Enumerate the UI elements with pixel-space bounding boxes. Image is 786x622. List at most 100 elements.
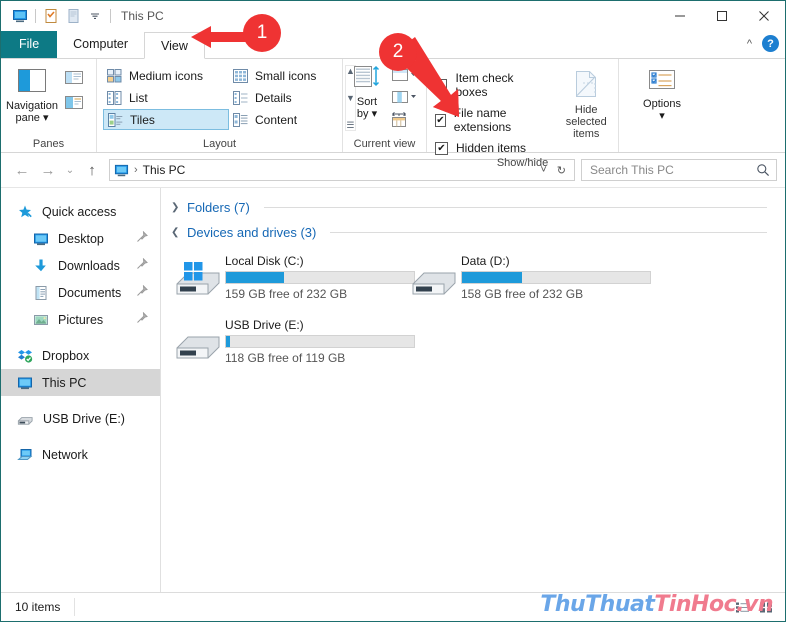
navigation-pane-label-1: Navigation — [6, 100, 58, 112]
layout-content[interactable]: Content — [229, 109, 341, 130]
navigation-pane-icon — [18, 69, 46, 92]
large-icons-view-button[interactable] — [755, 597, 777, 617]
minimize-button[interactable] — [659, 1, 701, 31]
file-name-extensions-label: File name extensions — [453, 106, 512, 134]
hide-selected-items-icon — [576, 71, 597, 97]
drive-name-e: USB Drive (E:) — [225, 318, 304, 332]
dropdown-caret-icon-options[interactable]: ▾ — [659, 110, 665, 122]
file-list-pane[interactable]: ❯ Folders (7) ❮ Devices and drives (3) L… — [161, 188, 785, 621]
sidebar-label-usb-drive: USB Drive (E:) — [43, 411, 125, 426]
drive-free-c: 159 GB free of 232 GB — [225, 287, 348, 301]
drive-icon-c — [171, 250, 225, 300]
chevron-up-icon[interactable]: ^ — [747, 38, 752, 50]
options-icon — [649, 70, 675, 89]
layout-details[interactable]: Details — [229, 87, 341, 108]
ribbon-group-label-options — [619, 136, 705, 152]
breadcrumb[interactable]: › This PC — [114, 163, 185, 178]
properties-icon[interactable] — [40, 5, 62, 27]
add-columns-button[interactable] — [390, 67, 416, 86]
back-button[interactable]: ← — [9, 157, 35, 183]
chevron-down-icon-devices[interactable]: ❮ — [171, 227, 181, 238]
layout-medium-icons[interactable]: Medium icons — [103, 65, 229, 86]
tab-file[interactable]: File — [1, 31, 58, 58]
sidebar-item-downloads[interactable]: Downloads — [1, 252, 160, 279]
this-pc-breadcrumb-icon — [114, 164, 129, 176]
breadcrumb-separator[interactable]: › — [134, 164, 138, 176]
details-icon — [233, 90, 248, 105]
maximize-button[interactable] — [701, 1, 743, 31]
preview-pane-button[interactable] — [63, 69, 85, 89]
file-explorer-window: This PC File Computer View ^ ? Navigatio… — [0, 0, 786, 622]
recent-locations-button[interactable]: ⌄ — [61, 157, 79, 183]
quick-access-toolbar — [9, 5, 115, 27]
layout-small-icons-label: Small icons — [255, 68, 317, 83]
desktop-icon — [34, 233, 48, 245]
item-check-boxes-label: Item check boxes — [455, 71, 514, 99]
this-pc-icon[interactable] — [9, 5, 31, 27]
details-view-icon — [735, 602, 749, 612]
options-button[interactable]: Options ▾ — [631, 65, 693, 122]
pin-icon-pictures[interactable] — [136, 311, 148, 327]
sidebar-item-documents[interactable]: Documents — [1, 279, 160, 306]
item-check-boxes-row[interactable]: Item check boxes — [435, 71, 544, 99]
file-name-extensions-row[interactable]: ✔ File name extensions — [435, 106, 544, 134]
ribbon-group-options: Options ▾ — [619, 59, 705, 152]
sidebar-label-downloads: Downloads — [58, 258, 120, 273]
close-button[interactable] — [743, 1, 785, 31]
drive-tile-c[interactable]: Local Disk (C:) 159 GB free of 232 GB — [171, 250, 415, 308]
dropbox-icon — [18, 349, 33, 363]
navigation-pane-button[interactable]: Navigation pane ▾ — [1, 65, 63, 124]
tab-view[interactable]: View — [144, 32, 205, 59]
preview-pane-icon — [65, 71, 83, 84]
sidebar-item-desktop[interactable]: Desktop — [1, 225, 160, 252]
sidebar-item-dropbox[interactable]: Dropbox — [1, 342, 160, 369]
details-pane-icon — [65, 96, 83, 109]
pin-icon-documents[interactable] — [136, 284, 148, 300]
sort-by-button[interactable]: Sort by ▾ — [347, 63, 387, 120]
details-view-button[interactable] — [731, 597, 753, 617]
sidebar-item-network[interactable]: Network — [1, 441, 160, 468]
up-button[interactable]: ↑ — [79, 157, 105, 183]
view-toggle-buttons — [731, 597, 785, 617]
layout-list[interactable]: List — [103, 87, 229, 108]
hidden-items-row[interactable]: ✔ Hidden items — [435, 141, 544, 155]
pin-icon-desktop[interactable] — [136, 230, 148, 246]
sidebar-label-quick-access: Quick access — [42, 204, 117, 219]
pin-icon-downloads[interactable] — [136, 257, 148, 273]
pictures-icon — [34, 314, 48, 325]
sidebar-item-usb-drive[interactable]: USB Drive (E:) — [1, 405, 160, 432]
item-check-boxes-checkbox[interactable] — [435, 78, 448, 92]
ribbon-group-layout: Medium icons Small icons List Details Ti… — [97, 59, 356, 152]
group-by-button[interactable] — [390, 111, 416, 131]
sidebar-item-pictures[interactable]: Pictures — [1, 306, 160, 333]
star-pin-icon — [19, 205, 32, 217]
forward-button[interactable]: → — [35, 157, 61, 183]
sidebar-item-this-pc[interactable]: This PC — [1, 369, 160, 396]
dropdown-caret-icon[interactable]: ▾ — [43, 112, 49, 124]
file-name-extensions-checkbox[interactable]: ✔ — [435, 113, 446, 127]
layout-tiles[interactable]: Tiles — [103, 109, 229, 130]
options-label: Options — [643, 98, 681, 110]
layout-small-icons[interactable]: Small icons — [229, 65, 341, 86]
hide-selected-items-button[interactable]: Hide selected items — [554, 65, 618, 140]
drive-tile-d[interactable]: Data (D:) 158 GB free of 232 GB — [407, 250, 651, 308]
group-header-folders[interactable]: ❯ Folders (7) — [171, 200, 785, 215]
drive-icon-d — [407, 250, 461, 300]
hidden-items-checkbox[interactable]: ✔ — [435, 141, 448, 155]
tab-computer[interactable]: Computer — [57, 31, 144, 58]
network-icon — [17, 448, 33, 460]
drive-tile-e[interactable]: USB Drive (E:) 118 GB free of 119 GB — [171, 314, 415, 372]
details-pane-button[interactable] — [63, 94, 85, 114]
group-header-devices-label: Devices and drives (3) — [187, 225, 317, 240]
drive-usage-fill-d — [462, 272, 523, 283]
size-all-columns-button[interactable] — [390, 89, 416, 108]
customize-dropdown-icon[interactable] — [84, 5, 106, 27]
sidebar-item-quick-access[interactable]: Quick access — [1, 198, 160, 225]
help-button[interactable]: ? — [762, 35, 779, 52]
size-columns-icon — [392, 91, 416, 103]
group-header-devices[interactable]: ❮ Devices and drives (3) — [171, 225, 785, 240]
chevron-right-icon[interactable]: ❯ — [171, 202, 181, 213]
new-folder-icon[interactable] — [62, 5, 84, 27]
dropdown-caret-icon-sort[interactable]: ▾ — [372, 108, 378, 120]
